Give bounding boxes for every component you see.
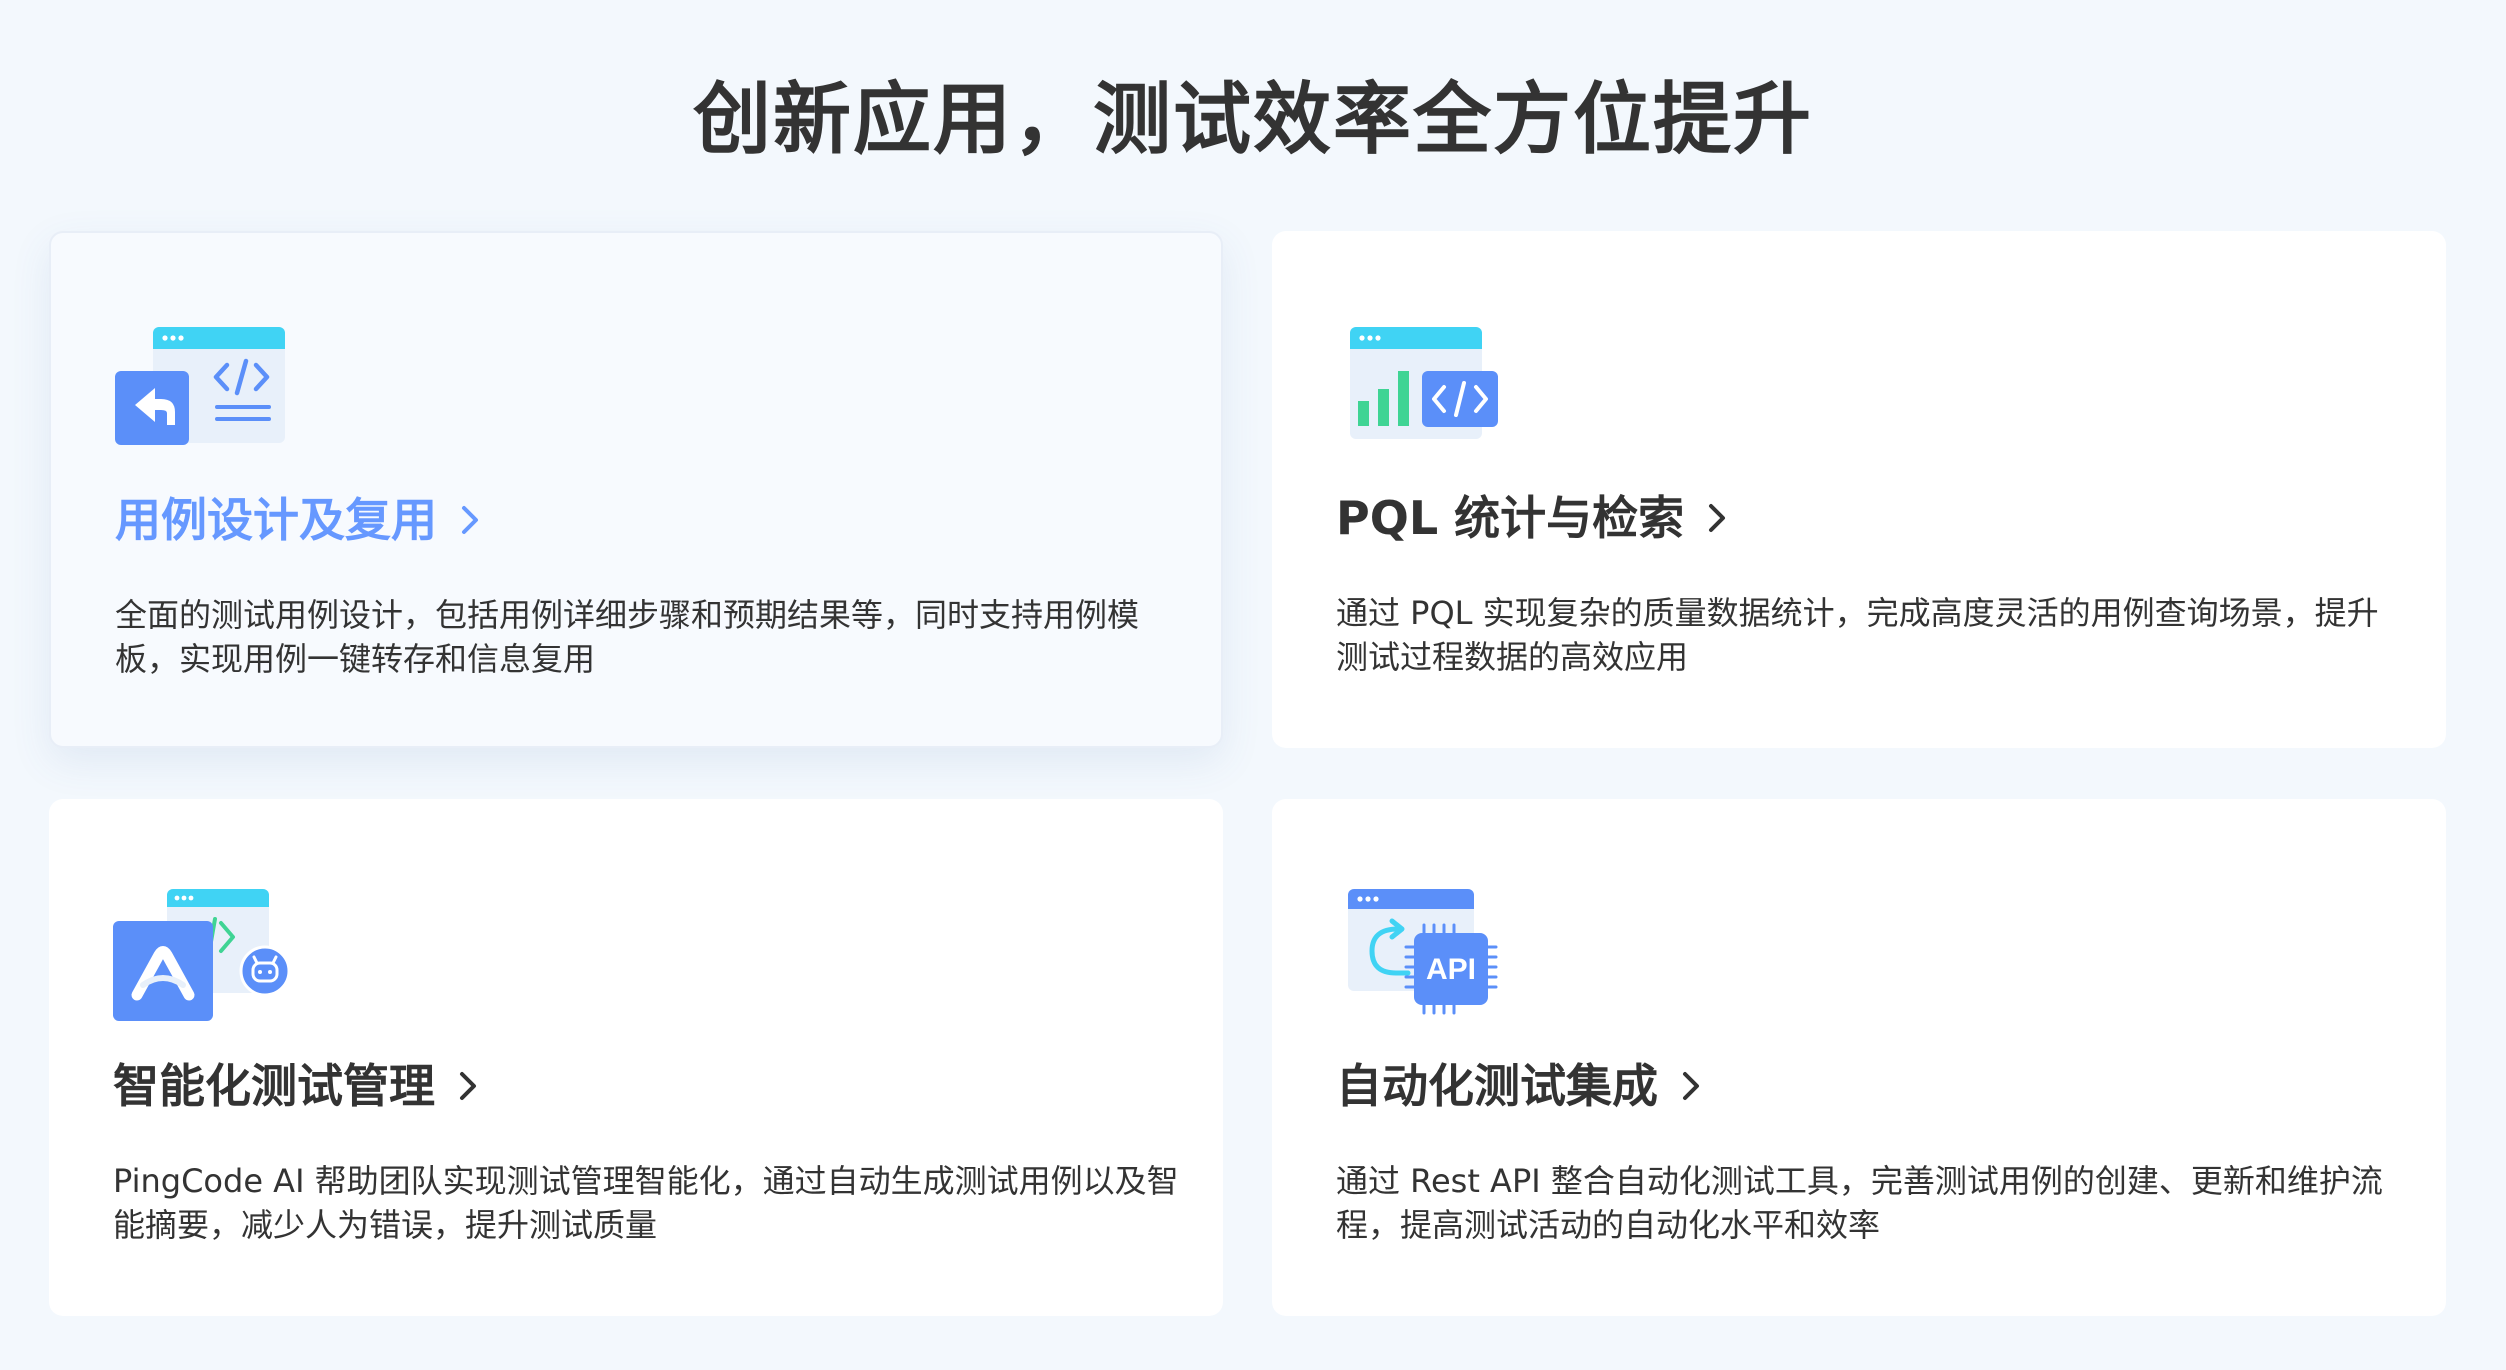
card-title: PQL 统计与检索	[1336, 491, 1685, 545]
chevron-right-icon	[1683, 1072, 1699, 1100]
chevron-right-icon	[1709, 504, 1726, 532]
card-title: 智能化测试管理	[113, 1059, 435, 1113]
feature-card-test-case-reuse[interactable]: 用例设计及复用 全面的测试用例设计，包括用例详细步骤和预期结果等，同时支持用例模…	[49, 231, 1223, 748]
feature-card-api-integration[interactable]: API 自动化测试集成 通过 Rest API 整合自动化测试工具，完善测试用例…	[1272, 799, 2446, 1316]
feature-card-ai-test[interactable]: 智能化测试管理 PingCode AI 帮助团队实现测试管理智能化，通过自动生成…	[49, 799, 1223, 1316]
chevron-right-icon	[462, 506, 478, 534]
card-description: 通过 Rest API 整合自动化测试工具，完善测试用例的创建、更新和维护流程，…	[1336, 1162, 2383, 1244]
page-title: 创新应用，测试效率全方位提升	[692, 75, 1813, 166]
card-title-link[interactable]: 自动化测试集成	[1336, 1053, 1708, 1119]
feature-card-pql-stats[interactable]: PQL 统计与检索 通过 PQL 实现复杂的质量数据统计，完成高度灵活的用例查询…	[1272, 231, 2446, 748]
card-title-link[interactable]: 智能化测试管理	[113, 1053, 485, 1119]
card-description: PingCode AI 帮助团队实现测试管理智能化，通过自动生成测试用例以及智能…	[113, 1162, 1179, 1244]
card-title-link[interactable]: 用例设计及复用	[115, 487, 487, 553]
card-title: 自动化测试集成	[1336, 1059, 1658, 1113]
api-integration-icon: API	[1348, 889, 1498, 1015]
chevron-right-icon	[460, 1072, 476, 1100]
card-title: 用例设计及复用	[115, 493, 437, 547]
api-badge-text: API	[1426, 953, 1476, 986]
card-description: 通过 PQL 实现复杂的质量数据统计，完成高度灵活的用例查询场景，提升测试过程数…	[1336, 594, 2379, 676]
ai-test-icon	[113, 889, 291, 1021]
card-description: 全面的测试用例设计，包括用例详细步骤和预期结果等，同时支持用例模板，实现用例一键…	[115, 596, 1140, 678]
card-title-link[interactable]: PQL 统计与检索	[1336, 485, 1734, 551]
test-case-reuse-icon	[115, 327, 285, 445]
pql-stats-icon	[1350, 327, 1498, 439]
